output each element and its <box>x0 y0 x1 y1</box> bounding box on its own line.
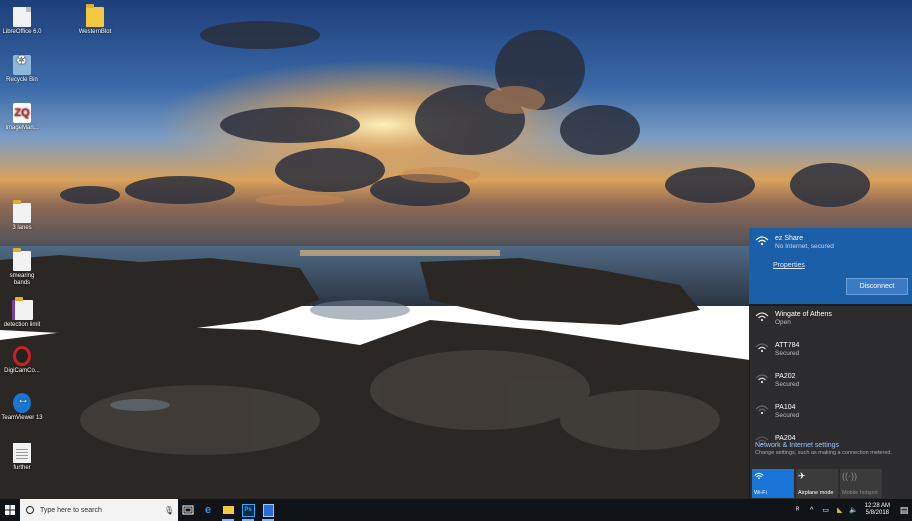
action-center-icon[interactable]: ▤ <box>896 505 912 516</box>
quick-actions: Wi-Fi ✈ Airplane mode ((·)) Mobile hotsp… <box>752 469 882 498</box>
clock-date: 5/8/2018 <box>865 510 889 516</box>
search-placeholder: Type here to search <box>40 506 102 514</box>
volume-icon[interactable]: 🔈 <box>848 506 860 514</box>
wifi-toggle-label: Wi-Fi <box>754 490 767 496</box>
microphone-icon[interactable]: 🎙 <box>164 506 174 515</box>
airplane-mode-label: Airplane mode <box>798 490 834 496</box>
wifi-toggle[interactable]: Wi-Fi <box>752 469 794 498</box>
wifi-secured-icon <box>755 372 769 384</box>
network-item-pa104[interactable]: PA104 Secured <box>749 397 912 428</box>
task-view-button[interactable] <box>178 499 198 521</box>
desktop-icon-3-lanes[interactable]: 3 lanes <box>1 200 43 232</box>
folder-icon <box>13 248 31 271</box>
taskbar-file-explorer-button[interactable] <box>218 499 238 521</box>
desktop-icon-label: LibreOffice 6.0 <box>2 29 42 35</box>
network-status: Secured <box>775 412 800 419</box>
file-explorer-icon <box>222 506 234 514</box>
connected-network-status: No Internet, secured <box>775 243 834 250</box>
desktop-icon-label: smearing bands <box>9 273 35 286</box>
network-name: ATT784 <box>775 342 800 349</box>
folder-icon <box>86 4 104 27</box>
cortana-icon <box>26 506 34 514</box>
desktop-icon-label: ImageMan... <box>5 125 39 131</box>
network-status: Secured <box>775 350 800 357</box>
desktop-icon-label: TeamViewer 13 <box>1 415 43 421</box>
chevron-up-icon[interactable]: ^ <box>806 507 818 514</box>
document-icon <box>262 503 274 517</box>
network-item-pa202[interactable]: PA202 Secured <box>749 366 912 397</box>
wifi-open-icon <box>755 310 769 322</box>
clock-time: 12:28 AM <box>864 503 890 509</box>
libreoffice-doc-icon <box>13 7 31 27</box>
desktop-icon-label: Recycle Bin <box>6 77 38 83</box>
network-list: Wingate of Athens Open ATT784 Secured PA… <box>749 304 912 459</box>
wifi-warning-icon[interactable]: ◣ <box>834 506 846 514</box>
mobile-hotspot-toggle[interactable]: ((·)) Mobile hotspot <box>840 469 882 498</box>
network-settings-link[interactable]: Network & Internet settings <box>755 442 906 449</box>
battery-icon[interactable]: ▭ <box>820 506 832 514</box>
desktop-icon-label: DigiCamCo... <box>4 368 40 374</box>
folder-icon <box>13 200 31 223</box>
wifi-secured-icon <box>755 341 769 353</box>
connected-network-name: ez Share <box>775 235 804 242</box>
start-button[interactable] <box>0 499 20 521</box>
desktop-icon-imagemanager[interactable]: ZQ ImageMan... <box>1 103 43 132</box>
recycle-bin-icon <box>13 55 31 75</box>
network-status: Open <box>775 319 791 326</box>
clock[interactable]: 12:28 AM 5/8/2018 <box>865 503 890 517</box>
flyout-footer: Network & Internet settings Change setti… <box>749 442 912 456</box>
hotspot-icon: ((·)) <box>842 471 857 481</box>
desktop-icon-recycle-bin[interactable]: Recycle Bin <box>1 55 43 84</box>
mobile-hotspot-label: Mobile hotspot <box>842 490 878 496</box>
properties-link[interactable]: Properties <box>773 262 805 269</box>
disconnect-button[interactable]: Disconnect <box>846 278 908 295</box>
system-tray: ᴿ ^ ▭ ◣ 🔈 12:28 AM 5/8/2018 ▤ <box>792 503 912 517</box>
desktop-icon-label: 3 lanes <box>12 225 32 231</box>
wifi-secured-icon <box>755 403 769 415</box>
network-name: PA202 <box>775 373 796 380</box>
desktop-icon-libreoffice[interactable]: LibreOffice 6.0 <box>1 7 43 36</box>
windows-logo-icon <box>5 505 15 515</box>
desktop-icon-label: WesternBlot <box>78 29 112 35</box>
desktop-icon-further[interactable]: further <box>1 443 43 472</box>
taskbar-document-button[interactable] <box>258 499 278 521</box>
teamviewer-icon <box>13 393 31 413</box>
airplane-mode-toggle[interactable]: ✈ Airplane mode <box>796 469 838 498</box>
desktop-icon-smearing-bands[interactable]: smearing bands <box>1 248 43 287</box>
desktop-icon-teamviewer[interactable]: TeamViewer 13 <box>1 393 43 422</box>
taskbar: Type here to search 🎙 e Ps ᴿ ^ ▭ ◣ 🔈 12:… <box>0 499 912 521</box>
network-flyout: ez Share No Internet, secured Properties… <box>749 228 912 499</box>
network-settings-description: Change settings, such as making a connec… <box>755 450 892 456</box>
taskbar-search-box[interactable]: Type here to search 🎙 <box>20 499 178 521</box>
digicamcontrol-icon <box>13 346 31 366</box>
desktop-icon-digicamcontrol[interactable]: DigiCamCo... <box>1 346 43 375</box>
edge-browser-icon: e <box>204 504 212 516</box>
desktop-icon-detection-limit[interactable]: detection limit <box>1 297 43 329</box>
wifi-warning-icon <box>755 234 769 246</box>
desktop-icon-label: further <box>13 465 31 471</box>
airplane-icon: ✈ <box>798 471 806 481</box>
desktop-icon-label: detection limit <box>3 322 41 328</box>
network-item-att784[interactable]: ATT784 Secured <box>749 335 912 366</box>
taskbar-photoshop-button[interactable]: Ps <box>238 499 258 521</box>
text-file-icon <box>13 443 31 463</box>
wifi-icon <box>754 471 792 482</box>
network-item-wingate[interactable]: Wingate of Athens Open <box>749 304 912 335</box>
notebook-icon <box>11 297 33 320</box>
photoshop-icon: Ps <box>241 503 255 517</box>
connected-network[interactable]: ez Share No Internet, secured Properties… <box>749 228 912 304</box>
network-status: Secured <box>775 381 800 388</box>
task-view-icon <box>182 505 194 515</box>
network-name: Wingate of Athens <box>775 311 832 318</box>
network-name: PA104 <box>775 404 796 411</box>
imagemanager-app-icon: ZQ <box>13 103 31 123</box>
taskbar-edge-button[interactable]: e <box>198 499 218 521</box>
desktop-icon-westernblot[interactable]: WesternBlot <box>74 4 116 36</box>
people-icon[interactable]: ᴿ <box>792 507 804 514</box>
